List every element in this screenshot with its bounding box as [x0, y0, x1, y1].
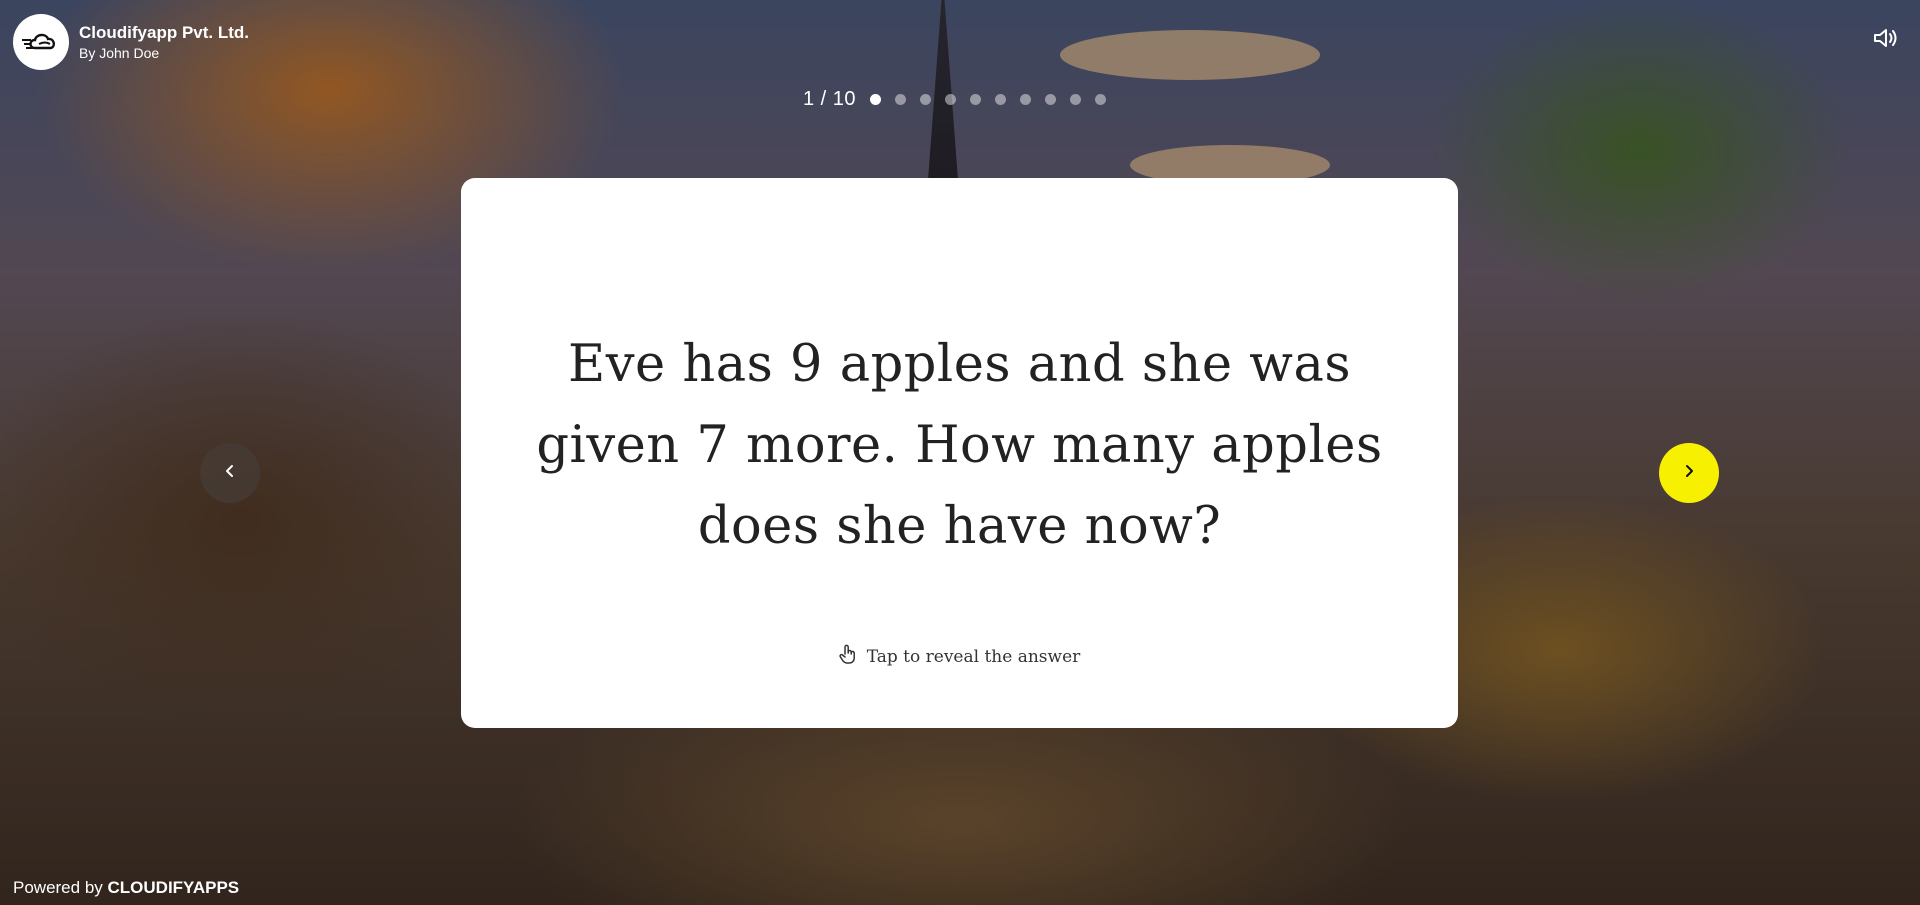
tap-hand-icon — [839, 644, 857, 669]
brand-header: Cloudifyapp Pvt. Ltd. By John Doe — [13, 14, 249, 70]
reveal-answer-button[interactable]: Tap to reveal the answer — [461, 644, 1458, 669]
chevron-left-icon — [223, 464, 237, 483]
progress-counter: 1 / 10 — [803, 88, 857, 110]
next-button[interactable] — [1659, 443, 1719, 503]
powered-by-brand[interactable]: CLOUDIFYAPPS — [108, 878, 240, 897]
progress-dot[interactable] — [1045, 94, 1057, 105]
author-name: By John Doe — [79, 45, 160, 61]
progress-dot[interactable] — [870, 94, 882, 105]
flashcard-stage: Cloudifyapp Pvt. Ltd. By John Doe 1 / 10… — [0, 0, 1920, 905]
progress-dot[interactable] — [995, 94, 1007, 105]
powered-by-footer: Powered by CLOUDIFYAPPS — [13, 878, 239, 898]
chevron-right-icon — [1682, 464, 1696, 483]
previous-button[interactable] — [200, 443, 260, 503]
progress-dot[interactable] — [920, 94, 932, 105]
speaker-icon[interactable] — [1872, 24, 1900, 52]
reveal-label: Tap to reveal the answer — [866, 646, 1081, 667]
progress-indicator: 1 / 10 — [803, 88, 1120, 111]
question-text: Eve has 9 apples and she was given 7 mor… — [536, 335, 1383, 556]
progress-dot[interactable] — [1070, 94, 1082, 105]
progress-dot[interactable] — [1020, 94, 1032, 105]
brand-logo-icon — [13, 14, 69, 70]
flashcard[interactable]: Eve has 9 apples and she was given 7 mor… — [461, 178, 1458, 728]
brand-name: Cloudifyapp Pvt. Ltd. — [79, 23, 249, 42]
progress-dot[interactable] — [945, 94, 957, 105]
progress-dot[interactable] — [1095, 94, 1107, 105]
progress-dot[interactable] — [895, 94, 907, 105]
powered-by-prefix: Powered by — [13, 878, 108, 897]
progress-dot[interactable] — [970, 94, 982, 105]
